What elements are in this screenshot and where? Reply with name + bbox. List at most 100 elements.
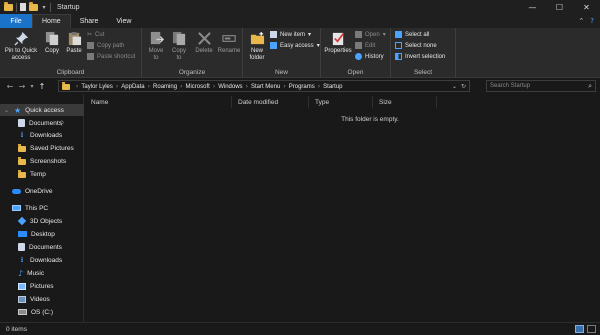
delete-icon (197, 32, 211, 45)
copy-label: Copy (44, 48, 59, 54)
breadcrumb-segment[interactable]: Roaming (153, 84, 177, 90)
nav-item-os-drive[interactable]: OS (C:) (0, 306, 84, 318)
search-input[interactable]: Search Startup (490, 83, 530, 89)
rename-button[interactable]: Rename (217, 31, 241, 55)
documents-icon (18, 243, 25, 251)
chevron-right-icon[interactable]: › (180, 83, 182, 90)
nav-onedrive[interactable]: OneDrive (0, 185, 84, 197)
search-box[interactable]: Search Startup ⌕ (486, 80, 596, 92)
copy-button[interactable]: Copy (42, 31, 62, 55)
pin-to-quick-access-button[interactable]: Pin to Quick access (3, 31, 39, 62)
breadcrumb-segment[interactable]: Startup (323, 84, 342, 90)
open-label: Open (365, 31, 380, 38)
new-item-button[interactable]: New item ▾ (270, 31, 311, 38)
help-icon[interactable]: ? (590, 17, 594, 25)
close-button[interactable]: ✕ (573, 0, 600, 14)
column-header-date-modified[interactable]: Date modified (232, 96, 309, 108)
nav-item-music[interactable]: ♪ Music (0, 267, 84, 279)
nav-label: Downloads (30, 131, 63, 139)
breadcrumb-segment[interactable]: Start Menu (251, 84, 280, 90)
item-count: 0 items (6, 325, 27, 333)
chevron-right-icon[interactable]: › (283, 83, 285, 90)
up-button[interactable]: ↑ (36, 82, 48, 91)
edit-button[interactable]: Edit (355, 42, 375, 49)
back-button[interactable]: ← (4, 82, 16, 91)
select-all-button[interactable]: Select all (395, 31, 429, 38)
paste-shortcut-button[interactable]: Paste shortcut (87, 53, 135, 60)
breadcrumb-segment[interactable]: Taylor Lyles (81, 84, 112, 90)
nav-item-downloads-pinned[interactable]: ⭳ Downloads (0, 129, 84, 141)
move-to-button[interactable]: Move to (146, 31, 166, 62)
nav-item-saved-pictures[interactable]: Saved Pictures (0, 142, 84, 154)
column-header-size[interactable]: Size (373, 96, 437, 108)
select-none-button[interactable]: Select none (395, 42, 437, 49)
tab-home[interactable]: Home (32, 14, 71, 28)
nav-item-documents[interactable]: Documents (0, 241, 84, 253)
new-folder-label: New folder (249, 48, 265, 61)
address-bar[interactable]: › Taylor Lyles › AppData › Roaming › Microsoft… (58, 80, 470, 92)
nav-item-temp[interactable]: Temp (0, 168, 84, 180)
column-type-label: Type (315, 98, 330, 106)
forward-button[interactable]: → (16, 82, 28, 91)
recent-locations-button[interactable]: ▾ (28, 83, 36, 90)
chevron-right-icon[interactable]: › (148, 83, 150, 90)
history-button[interactable]: History (355, 53, 384, 60)
properties-icon[interactable] (20, 3, 26, 11)
nav-this-pc[interactable]: This PC (0, 202, 84, 214)
breadcrumb-segment[interactable]: AppData (121, 84, 144, 90)
minimize-button[interactable]: — (519, 0, 546, 14)
chevron-right-icon[interactable]: › (213, 83, 215, 90)
nav-item-3d-objects[interactable]: 3D Objects (0, 215, 84, 227)
refresh-icon[interactable]: ↻ (461, 83, 466, 90)
ribbon: Pin to Quick access Copy Paste ✂ Cut Copy… (0, 28, 600, 78)
tab-view[interactable]: View (107, 14, 140, 28)
nav-item-downloads[interactable]: ⭳ Downloads (0, 254, 84, 266)
nav-item-pictures[interactable]: Pictures (0, 280, 84, 292)
desktop-icon (18, 231, 27, 237)
breadcrumb-segment[interactable]: Windows (218, 84, 242, 90)
pictures-icon (18, 282, 26, 290)
maximize-button[interactable]: ☐ (546, 0, 573, 14)
nav-item-documents-pinned[interactable]: Documents ⚲ (0, 117, 84, 129)
chevron-down-icon[interactable]: ⌄ (452, 83, 457, 90)
window-controls: — ☐ ✕ (519, 0, 600, 14)
customize-toolbar-icon[interactable]: ▾ (41, 0, 47, 14)
download-icon: ⭳ (20, 255, 24, 264)
open-button[interactable]: Open ▾ (355, 31, 386, 38)
address-controls: ⌄ ↻ (449, 81, 469, 91)
pin-icon: ⚲ (59, 119, 64, 127)
chevron-right-icon[interactable]: › (246, 83, 248, 90)
tab-file[interactable]: File (0, 14, 32, 28)
nav-label: Documents (29, 243, 62, 251)
folder-icon (18, 143, 26, 152)
chevron-right-icon[interactable]: › (116, 83, 118, 90)
breadcrumb-segment[interactable]: Microsoft (185, 84, 209, 90)
cut-button[interactable]: ✂ Cut (87, 31, 104, 38)
easy-access-button[interactable]: Easy access ▾ (270, 42, 320, 49)
nav-item-desktop[interactable]: Desktop (0, 228, 84, 240)
copy-to-button[interactable]: Copy to (169, 31, 189, 62)
invert-selection-button[interactable]: Invert selection (395, 53, 445, 60)
column-header-type[interactable]: Type (309, 96, 373, 108)
nav-quick-access[interactable]: ⌄ ★ Quick access (0, 104, 84, 116)
navigation-pane: ⌄ ★ Quick access Documents ⚲ ⭳ Downloads… (0, 94, 84, 322)
copy-path-button[interactable]: Copy path (87, 42, 124, 49)
collapse-ribbon-icon[interactable]: ⌃ (578, 17, 584, 25)
properties-button[interactable]: Properties (323, 31, 353, 55)
large-icons-view-button[interactable] (587, 325, 596, 333)
new-folder-button[interactable]: New folder (246, 31, 268, 62)
column-size-label: Size (379, 98, 392, 106)
nav-item-screenshots[interactable]: Screenshots (0, 155, 84, 167)
new-folder-icon[interactable] (29, 1, 38, 11)
chevron-right-icon[interactable]: › (318, 83, 320, 90)
tab-share[interactable]: Share (71, 14, 108, 28)
breadcrumb-segment[interactable]: Programs (289, 84, 315, 90)
invert-selection-icon (395, 53, 402, 60)
delete-button[interactable]: Delete (194, 31, 214, 55)
nav-item-videos[interactable]: Videos (0, 293, 84, 305)
paste-button[interactable]: Paste (64, 31, 84, 55)
music-icon: ♪ (18, 268, 24, 278)
details-view-button[interactable] (575, 325, 584, 333)
column-header-name[interactable]: Name (85, 96, 232, 108)
chevron-down-icon[interactable]: ⌄ (4, 107, 10, 114)
